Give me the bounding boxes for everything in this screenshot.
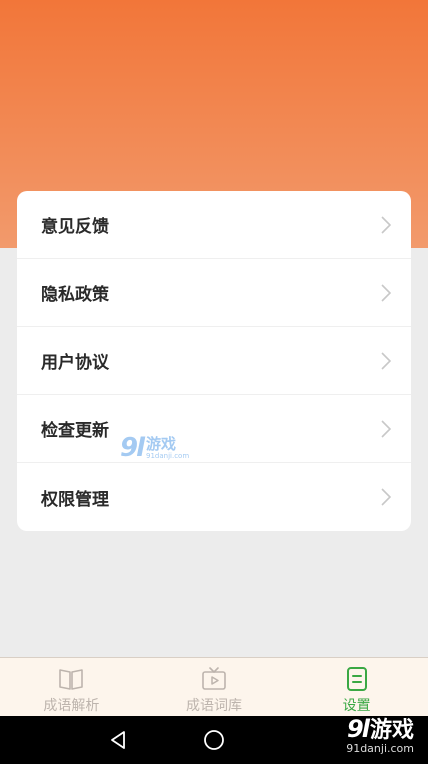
menu-item-permissions[interactable]: 权限管理 — [17, 463, 411, 531]
watermark-logo: 9l — [120, 433, 145, 463]
menu-item-label: 意见反馈 — [41, 217, 109, 237]
watermark-center: 9l 游戏 91danji.com — [120, 428, 220, 468]
menu-item-label: 隐私政策 — [41, 285, 109, 305]
menu-item-label: 检查更新 — [41, 421, 109, 441]
book-icon — [59, 669, 84, 690]
tab-settings[interactable]: 设置 — [285, 658, 428, 716]
watermark-text: 游戏 — [146, 435, 177, 453]
menu-item-label: 权限管理 — [41, 489, 109, 510]
tab-label: 成语词库 — [186, 698, 242, 714]
chevron-right-icon — [381, 351, 391, 370]
watermark-domain: 91danji.com — [346, 742, 414, 755]
watermark-corner: 9l 游戏 91danji.com — [346, 712, 414, 755]
chevron-right-icon — [381, 419, 391, 438]
watermark-text: 游戏 — [369, 718, 414, 743]
document-icon — [346, 667, 367, 691]
menu-item-label: 用户协议 — [41, 353, 109, 373]
watermark-logo: 9l — [347, 715, 370, 743]
chevron-right-icon — [381, 283, 391, 302]
back-icon[interactable] — [106, 728, 130, 752]
chevron-right-icon — [381, 488, 391, 506]
home-icon[interactable] — [202, 728, 226, 752]
bottom-tab-bar: 成语解析 成语词库 设置 — [0, 657, 428, 716]
tab-idiom-library[interactable]: 成语词库 — [143, 658, 286, 716]
tab-label: 成语解析 — [43, 698, 100, 714]
settings-menu-card: 意见反馈 隐私政策 用户协议 检查更新 权限管理 — [17, 191, 411, 531]
watermark-domain: 91danji.com — [146, 452, 190, 460]
tv-play-icon — [202, 667, 226, 690]
menu-item-user-agreement[interactable]: 用户协议 — [17, 327, 411, 395]
tab-idiom-analysis[interactable]: 成语解析 — [0, 658, 143, 716]
menu-item-feedback[interactable]: 意见反馈 — [17, 191, 411, 259]
menu-item-privacy-policy[interactable]: 隐私政策 — [17, 259, 411, 327]
chevron-right-icon — [381, 215, 391, 234]
